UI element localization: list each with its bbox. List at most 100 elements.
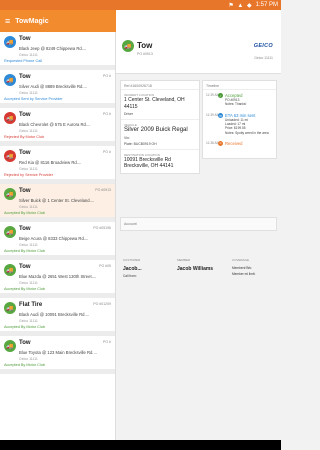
job-description: Silver Buick @ 1 Center St. Cleveland...… (19, 198, 95, 203)
job-card[interactable]: 🚚 Tow Black Jeep @ 8249 Chippewa Rd.... … (0, 32, 115, 70)
job-status: Rejected By Motor Club (4, 135, 45, 139)
app-bar: ≡ TowMagic (0, 10, 116, 32)
job-status: Accepted By Motor Club (4, 211, 45, 215)
job-client: Geico 11111 (19, 243, 38, 247)
vehicle-plate: Plate: BUCB0919 OH (124, 141, 157, 146)
coverage-col: COVERAGE Member# Brk: Member ml limit: (232, 258, 255, 276)
tow-truck-icon: 🚚 (4, 36, 16, 48)
detail-service: Tow (137, 41, 153, 50)
destination-block: DESTINATION LOCATION 10091 Brecksville R… (121, 150, 199, 173)
job-description: Red Kia @ 8116 Broadview Rd.... (19, 160, 82, 165)
member-col: MEMBER Jacob Williams (177, 258, 213, 272)
customer-name: Jacob... (123, 266, 142, 272)
job-description: Black Jeep @ 8249 Chippewa Rd.... (19, 46, 87, 51)
menu-icon[interactable]: ≡ (5, 16, 10, 26)
app-title: TowMagic (15, 17, 49, 25)
destination-address[interactable]: 10091 Brecksville Rd Brecksville, OH 441… (124, 157, 196, 170)
customer-col: CUSTOMER Jacob... Call from: (123, 258, 142, 278)
vehicle-name: Silver 2009 Buick Regal (124, 127, 188, 133)
job-card[interactable]: 🚚 Tow PO # Black Chevrolet @ 575 E Auror… (0, 108, 115, 146)
tow-truck-icon: 🚚 (4, 302, 16, 314)
job-po: PO #01209 (93, 302, 111, 306)
timeline-line: Notes: Spotty weed in the area (225, 130, 269, 135)
job-service: Tow (19, 264, 31, 270)
job-client: Geico 11111 (19, 129, 38, 133)
job-service: Tow (19, 150, 31, 156)
job-client: Geico 11111 (19, 357, 38, 361)
job-po: PO # (103, 74, 111, 78)
job-card[interactable]: 🚚 Flat Tire PO #01209 Black Audi @ 10091… (0, 298, 115, 336)
associations-bar: Account (120, 217, 277, 231)
job-service: Tow (19, 226, 31, 232)
job-card[interactable]: 🚚 Tow PO # Red Kia @ 8116 Broadview Rd..… (0, 146, 115, 184)
job-service: Flat Tire (19, 302, 43, 308)
job-detail: 🚚 Tow PO #0913 GEICO Geico 11111 Ref #16… (116, 10, 281, 450)
job-card[interactable]: 🚚 Tow PO #05196 Beige Acura @ 8333 Chipp… (0, 222, 115, 260)
incident-block: INCIDENT LOCATION 1 Center St. Cleveland… (121, 90, 199, 120)
job-card[interactable]: 🚚 Tow PO # Blue Toyota @ 123 Main Brecks… (0, 336, 115, 374)
job-po: PO #05 (99, 264, 111, 268)
timeline-card: Timeline 11:39 AM ✓ Accepted PO #0913 Not… (202, 80, 277, 159)
job-service: Tow (19, 74, 31, 80)
tow-truck-icon: 🚚 (4, 226, 16, 238)
timeline-status-icon: ⏲ (218, 140, 223, 146)
job-client: Geico 11111 (19, 281, 38, 285)
customer-from: Call from: (123, 274, 137, 278)
tow-truck-icon: 🚚 (4, 188, 16, 200)
member-label: MEMBER (177, 258, 191, 262)
job-description: Black Chevrolet @ 575 E Aurora Rd.... (19, 122, 91, 127)
job-client: Geico 11111 (19, 205, 38, 209)
clock: 1:57 PM (255, 2, 278, 8)
timeline-title: Timeline (203, 81, 276, 90)
vehicle-vin: Vin: (124, 135, 130, 140)
job-list[interactable]: 🚚 Tow Black Jeep @ 8249 Chippewa Rd.... … (0, 32, 116, 450)
timeline-line: Notes: Thanks! (225, 102, 247, 107)
timeline-item: 11:38 AM ⏲ Received (203, 138, 276, 158)
job-client: Geico 11111 (19, 167, 38, 171)
job-description: Black Audi @ 10091 Brecksville Rd.... (19, 312, 90, 317)
timeline-status-icon: ✉ (218, 113, 223, 118)
detail-po: PO #0913 (137, 52, 153, 56)
member-name: Jacob Williams (177, 266, 214, 272)
detail-client: Geico 11111 (254, 56, 273, 60)
job-po: PO # (103, 150, 111, 154)
job-client: Geico 11111 (19, 53, 38, 57)
tow-truck-icon: 🚚 (4, 74, 16, 86)
tow-truck-icon: 🚚 (4, 112, 16, 124)
job-description: Beige Acura @ 8333 Chippewa Rd.... (19, 236, 89, 241)
job-status: Accepted By Motor Club (4, 287, 45, 291)
vehicle-block: VEHICLE Silver 2009 Buick Regal Vin: Pla… (121, 120, 199, 150)
job-card[interactable]: 🚚 Tow PO # Silver Audi @ 8889 Brecksvill… (0, 70, 115, 108)
detail-header: 🚚 Tow PO #0913 GEICO Geico 11111 (116, 10, 281, 74)
job-status: Accepted By Motor Club (4, 249, 45, 253)
job-description: Blue Mazda @ 2651 West 130th Street.... (19, 274, 97, 279)
job-client: Geico 11111 (19, 319, 38, 323)
timeline-title: Received (225, 140, 243, 146)
incident-address[interactable]: 1 Center St. Cleveland, OH 44115 (124, 97, 196, 110)
job-service: Tow (19, 112, 31, 118)
coverage-label: COVERAGE (232, 258, 250, 262)
tow-truck-icon: 🚚 (4, 150, 16, 162)
client-logo: GEICO (253, 43, 273, 49)
tow-truck-icon: 🚚 (122, 40, 134, 52)
status-icons: ⚑ ▲ ◆ (228, 2, 253, 9)
coverage-line-1: Member# Brk: (232, 266, 253, 270)
job-client: Geico 11111 (19, 91, 38, 95)
job-status: Accepted By Motor Club (4, 363, 45, 367)
timeline-item: 11:39 AM ✉ ETA 63 min sent Unloaded: 11 … (203, 110, 276, 138)
tow-truck-icon: 🚚 (4, 264, 16, 276)
tow-truck-icon: 🚚 (4, 340, 16, 352)
job-card[interactable]: 🚚 Tow PO #0913 Silver Buick @ 1 Center S… (0, 184, 115, 222)
job-service: Tow (19, 188, 31, 194)
timeline-item: 11:39 AM ✓ Accepted PO #0913 Notes: Thank… (203, 90, 276, 110)
job-po: PO # (103, 112, 111, 116)
job-po: PO # (103, 340, 111, 344)
job-po: PO #0913 (95, 188, 111, 192)
job-status: Requested Phone Call (4, 59, 42, 63)
job-status: Accepted Sent by Service Provider (4, 97, 63, 101)
timeline-status-icon: ✓ (218, 93, 223, 98)
job-po: PO #05196 (93, 226, 111, 230)
job-card[interactable]: 🚚 Tow PO #05 Blue Mazda @ 2651 West 130t… (0, 260, 115, 298)
job-description: Silver Audi @ 8889 Brecksville Rd.... (19, 84, 88, 89)
coverage-line-2: Member ml limit: (232, 272, 256, 276)
